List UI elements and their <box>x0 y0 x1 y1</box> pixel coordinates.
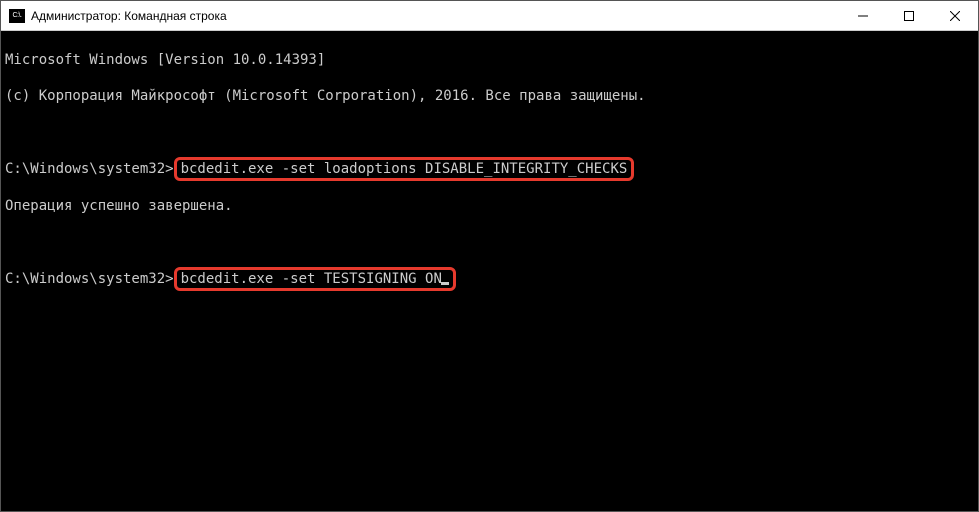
highlighted-command: bcdedit.exe -set loadoptions DISABLE_INT… <box>174 157 635 181</box>
cmd-icon: C:\. <box>9 9 25 23</box>
prompt: C:\Windows\system32> <box>5 161 174 177</box>
maximize-icon <box>904 11 914 21</box>
blank-line <box>5 233 974 251</box>
command-line: C:\Windows\system32>bcdedit.exe -set TES… <box>5 269 974 289</box>
banner-line: (c) Корпорация Майкрософт (Microsoft Cor… <box>5 87 974 105</box>
close-button[interactable] <box>932 1 978 30</box>
highlighted-command: bcdedit.exe -set TESTSIGNING ON <box>174 267 456 291</box>
maximize-button[interactable] <box>886 1 932 30</box>
minimize-button[interactable] <box>840 1 886 30</box>
terminal-area[interactable]: Microsoft Windows [Version 10.0.14393] (… <box>1 31 978 309</box>
minimize-icon <box>858 11 868 21</box>
window-controls <box>840 1 978 30</box>
prompt: C:\Windows\system32> <box>5 271 174 287</box>
titlebar: C:\. Администратор: Командная строка <box>1 1 978 31</box>
output-line: Операция успешно завершена. <box>5 197 974 215</box>
window-title: Администратор: Командная строка <box>31 9 840 23</box>
close-icon <box>950 11 960 21</box>
blank-line <box>5 123 974 141</box>
banner-line: Microsoft Windows [Version 10.0.14393] <box>5 51 974 69</box>
command-line: C:\Windows\system32>bcdedit.exe -set loa… <box>5 159 974 179</box>
cursor <box>441 282 449 285</box>
